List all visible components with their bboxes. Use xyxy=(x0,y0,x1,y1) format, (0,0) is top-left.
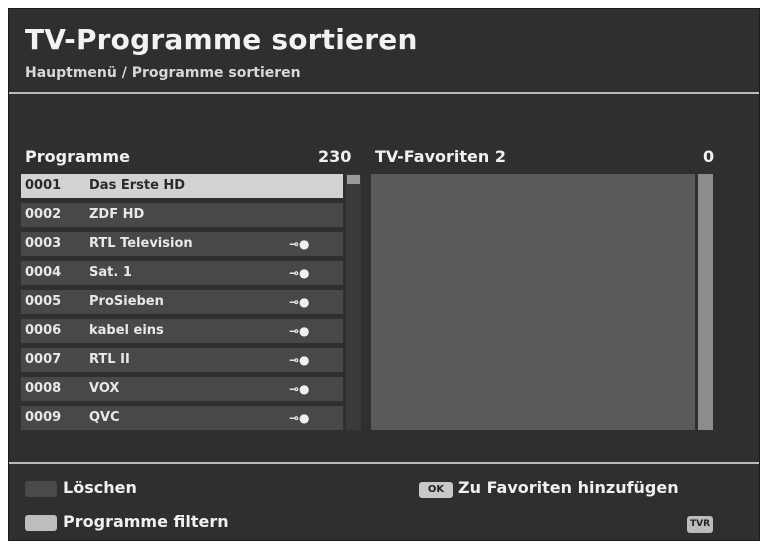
key-icon: ⊸● xyxy=(289,266,310,280)
programme-number: 0005 xyxy=(25,294,62,309)
tvr-key-icon[interactable]: TVR xyxy=(687,516,713,533)
tv-menu-screen: TV-Programme sortieren Hauptmenü / Progr… xyxy=(8,8,760,541)
programme-name: RTL II xyxy=(89,352,130,367)
programme-row[interactable]: 0009 QVC ⊸● xyxy=(21,406,343,430)
green-key-icon[interactable] xyxy=(25,515,57,531)
header-divider xyxy=(9,92,759,94)
programme-list-scrollbar[interactable] xyxy=(346,174,361,430)
programme-count: 230 xyxy=(318,147,352,166)
programme-row[interactable]: 0006 kabel eins ⊸● xyxy=(21,319,343,343)
scrollbar-thumb[interactable] xyxy=(347,175,360,184)
programme-number: 0006 xyxy=(25,323,62,338)
programme-row[interactable]: 0001 Das Erste HD xyxy=(21,174,343,198)
key-icon: ⊸● xyxy=(289,237,310,251)
breadcrumb: Hauptmenü / Programme sortieren xyxy=(25,65,301,81)
page-title: TV-Programme sortieren xyxy=(25,23,418,56)
footer-divider xyxy=(9,462,759,464)
programme-list-title: Programme xyxy=(25,147,130,166)
programme-list: 0001 Das Erste HD 0002 ZDF HD 0003 RTL T… xyxy=(21,174,343,435)
programme-number: 0002 xyxy=(25,207,62,222)
filter-programmes-label: Programme filtern xyxy=(63,512,229,531)
key-icon: ⊸● xyxy=(289,353,310,367)
programme-number: 0004 xyxy=(25,265,62,280)
programme-number: 0001 xyxy=(25,178,62,193)
programme-name: Das Erste HD xyxy=(89,178,186,193)
programme-name: QVC xyxy=(89,410,120,425)
programme-row[interactable]: 0003 RTL Television ⊸● xyxy=(21,232,343,256)
programme-row[interactable]: 0004 Sat. 1 ⊸● xyxy=(21,261,343,285)
programme-number: 0009 xyxy=(25,410,62,425)
programme-name: kabel eins xyxy=(89,323,164,338)
favorites-list-title: TV-Favoriten 2 xyxy=(375,147,506,166)
programme-number: 0007 xyxy=(25,352,62,367)
programme-row[interactable]: 0005 ProSieben ⊸● xyxy=(21,290,343,314)
programme-row[interactable]: 0008 VOX ⊸● xyxy=(21,377,343,401)
programme-name: ZDF HD xyxy=(89,207,145,222)
programme-name: VOX xyxy=(89,381,120,396)
programme-row[interactable]: 0007 RTL II ⊸● xyxy=(21,348,343,372)
programme-name: ProSieben xyxy=(89,294,164,309)
favorites-list[interactable] xyxy=(371,174,695,430)
key-icon: ⊸● xyxy=(289,411,310,425)
favorites-count: 0 xyxy=(703,147,715,166)
key-icon: ⊸● xyxy=(289,324,310,338)
ok-key-icon[interactable]: OK xyxy=(419,482,453,498)
delete-label: Löschen xyxy=(63,478,137,497)
programme-row[interactable]: 0002 ZDF HD xyxy=(21,203,343,227)
programme-number: 0003 xyxy=(25,236,62,251)
key-icon: ⊸● xyxy=(289,382,310,396)
red-key-icon[interactable] xyxy=(25,481,57,497)
add-to-favorites-label: Zu Favoriten hinzufügen xyxy=(458,478,679,497)
favorites-list-scrollbar[interactable] xyxy=(698,174,713,430)
key-icon: ⊸● xyxy=(289,295,310,309)
programme-name: RTL Television xyxy=(89,236,193,251)
programme-number: 0008 xyxy=(25,381,62,396)
programme-name: Sat. 1 xyxy=(89,265,132,280)
